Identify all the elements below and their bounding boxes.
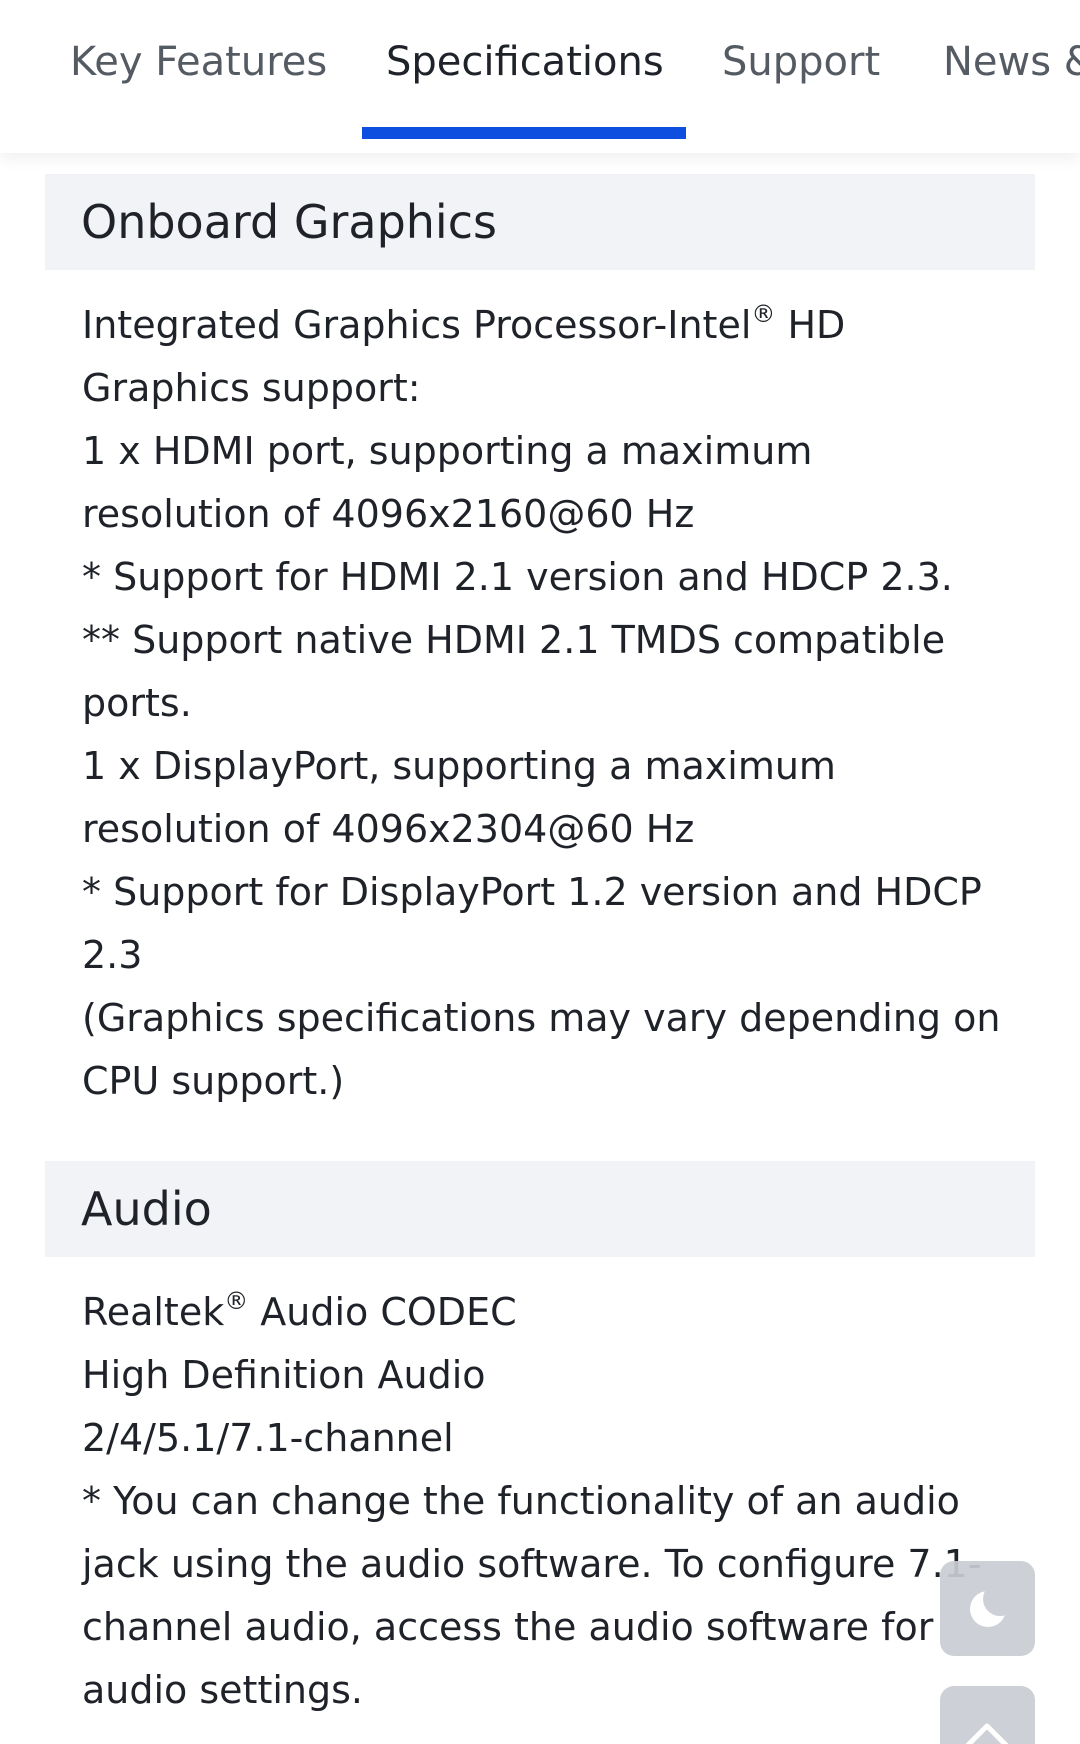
spec-line: CPU support.) bbox=[82, 1059, 345, 1103]
spec-text: Integrated Graphics Processor-Intel bbox=[82, 303, 752, 347]
specifications-page: Key Features Specifications Support News… bbox=[0, 0, 1080, 1744]
registered-mark: ® bbox=[751, 300, 776, 328]
spec-line: resolution of 4096x2160@60 Hz bbox=[82, 492, 695, 536]
spec-line: 1 x HDMI port, supporting a maximum bbox=[82, 429, 813, 473]
spec-line: (Graphics specifications may vary depend… bbox=[82, 996, 1001, 1040]
product-tab-bar: Key Features Specifications Support News… bbox=[0, 0, 1080, 153]
spec-line: 1 x DisplayPort, supporting a maximum bbox=[82, 744, 836, 788]
tab-specifications[interactable]: Specifications bbox=[386, 32, 664, 92]
spec-text: Audio CODEC bbox=[248, 1290, 517, 1334]
chevron-up-icon bbox=[965, 1723, 1009, 1744]
section-header-onboard-graphics[interactable]: Onboard Graphics bbox=[45, 174, 1035, 270]
section-title: Audio bbox=[81, 1182, 212, 1236]
active-tab-indicator bbox=[362, 127, 686, 139]
section-body-onboard-graphics: Integrated Graphics Processor-Intel® HD … bbox=[82, 294, 1032, 1113]
spec-line: resolution of 4096x2304@60 Hz bbox=[82, 807, 695, 851]
spec-line: 2.3 bbox=[82, 933, 143, 977]
back-to-top-button[interactable] bbox=[940, 1686, 1035, 1744]
spec-text: Realtek bbox=[82, 1290, 225, 1334]
spec-line: 2/4/5.1/7.1-channel bbox=[82, 1416, 454, 1460]
moon-icon bbox=[970, 1591, 1006, 1627]
spec-line: channel audio, access the audio software… bbox=[82, 1605, 934, 1649]
spec-line: Graphics support: bbox=[82, 366, 421, 410]
spec-line: audio settings. bbox=[82, 1668, 363, 1712]
dark-mode-button[interactable] bbox=[940, 1561, 1035, 1656]
spec-line: jack using the audio software. To config… bbox=[82, 1542, 982, 1586]
tab-support[interactable]: Support bbox=[722, 32, 880, 92]
spec-line: ** Support native HDMI 2.1 TMDS compatib… bbox=[82, 618, 946, 662]
spec-line: High Definition Audio bbox=[82, 1353, 486, 1397]
spec-line: Realtek® Audio CODEC bbox=[82, 1281, 1032, 1344]
spec-line: * Support for DisplayPort 1.2 version an… bbox=[82, 870, 982, 914]
spec-line: Integrated Graphics Processor-Intel® HD bbox=[82, 294, 1032, 357]
spec-text: HD bbox=[775, 303, 846, 347]
tab-key-features[interactable]: Key Features bbox=[70, 32, 327, 92]
spec-line: * Support for HDMI 2.1 version and HDCP … bbox=[82, 555, 953, 599]
section-title: Onboard Graphics bbox=[81, 195, 497, 249]
registered-mark: ® bbox=[224, 1287, 249, 1315]
spec-line: ports. bbox=[82, 681, 192, 725]
section-header-audio[interactable]: Audio bbox=[45, 1161, 1035, 1257]
spec-line: * You can change the functionality of an… bbox=[82, 1479, 960, 1523]
section-body-audio: Realtek® Audio CODEC High Definition Aud… bbox=[82, 1281, 1032, 1722]
tab-news-reviews[interactable]: News & Reviews bbox=[943, 32, 1080, 92]
